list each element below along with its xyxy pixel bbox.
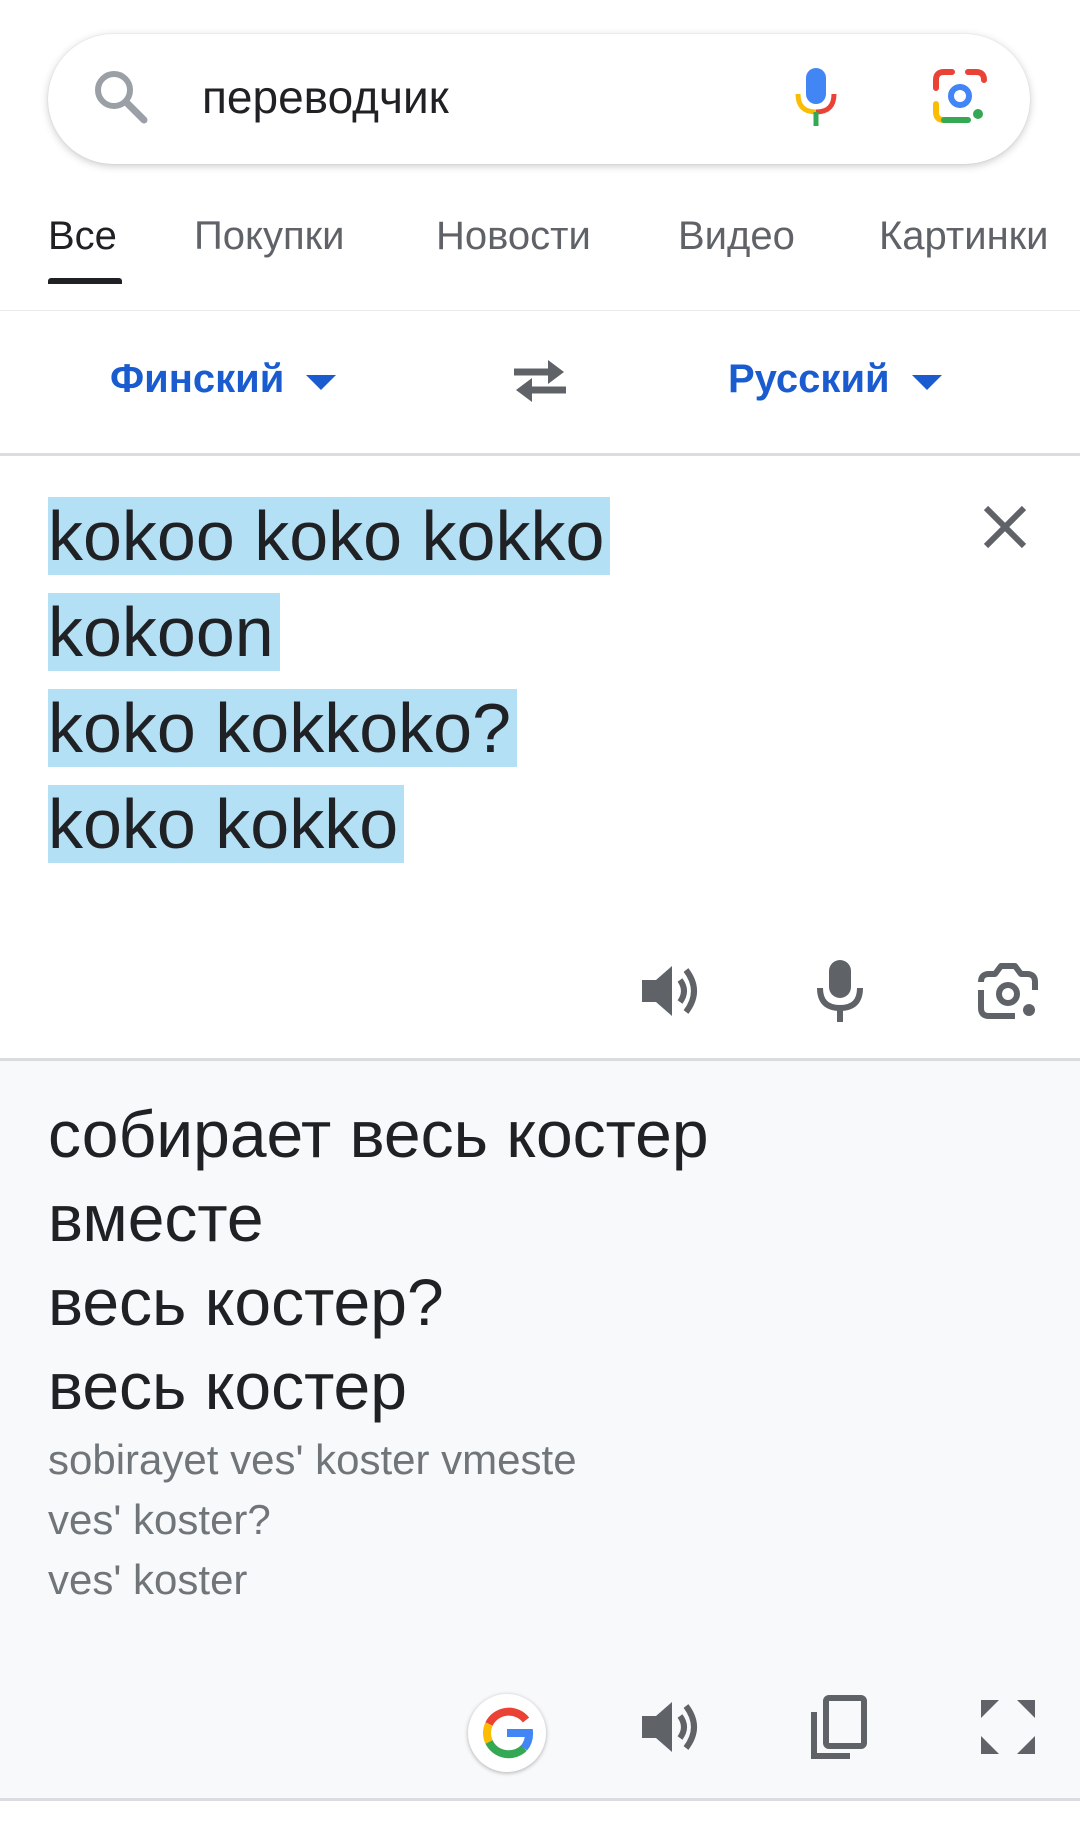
google-button[interactable] — [468, 1694, 546, 1772]
camera-icon[interactable] — [975, 958, 1041, 1024]
target-language-select[interactable]: Русский — [728, 357, 942, 402]
close-icon[interactable] — [980, 502, 1030, 552]
search-input[interactable]: переводчик — [202, 70, 449, 124]
source-line: kokoo koko kokko — [48, 497, 611, 575]
target-language-label: Русский — [728, 357, 890, 401]
speaker-icon[interactable] — [638, 1694, 704, 1760]
source-language-label: Финский — [110, 357, 285, 401]
search-icon[interactable] — [90, 66, 150, 126]
tab-news[interactable]: Новости — [436, 214, 591, 259]
translation-text: собирает весь костер вместе весь костер?… — [48, 1097, 709, 1423]
caret-down-icon — [306, 375, 337, 390]
source-line: koko kokko — [48, 785, 405, 863]
source-text-input[interactable]: kokoo koko kokko kokoon koko kokkoko? ko… — [48, 488, 808, 872]
caret-down-icon — [911, 375, 942, 390]
copy-icon[interactable] — [806, 1694, 870, 1762]
active-tab-indicator — [48, 278, 122, 284]
google-icon — [483, 1707, 533, 1759]
tab-video[interactable]: Видео — [678, 214, 795, 259]
bottom-divider — [0, 1798, 1080, 1801]
expand-icon[interactable] — [975, 1694, 1041, 1760]
tab-all[interactable]: Все — [48, 214, 117, 259]
tab-shopping[interactable]: Покупки — [194, 214, 344, 259]
tabs-divider — [0, 310, 1080, 311]
swap-icon[interactable] — [508, 356, 572, 406]
transliteration-text: sobirayet ves' koster vmeste ves' koster… — [48, 1436, 577, 1603]
lens-icon[interactable] — [930, 66, 990, 126]
speaker-icon[interactable] — [638, 958, 704, 1024]
tab-images[interactable]: Картинки — [879, 214, 1049, 259]
source-language-select[interactable]: Финский — [110, 357, 337, 402]
mic-icon[interactable] — [812, 958, 868, 1024]
search-bar[interactable] — [48, 34, 1030, 164]
language-bar-divider — [0, 453, 1080, 456]
mic-icon[interactable] — [790, 66, 842, 130]
source-line: koko kokkoko? — [48, 689, 518, 767]
source-line: kokoon — [48, 593, 280, 671]
